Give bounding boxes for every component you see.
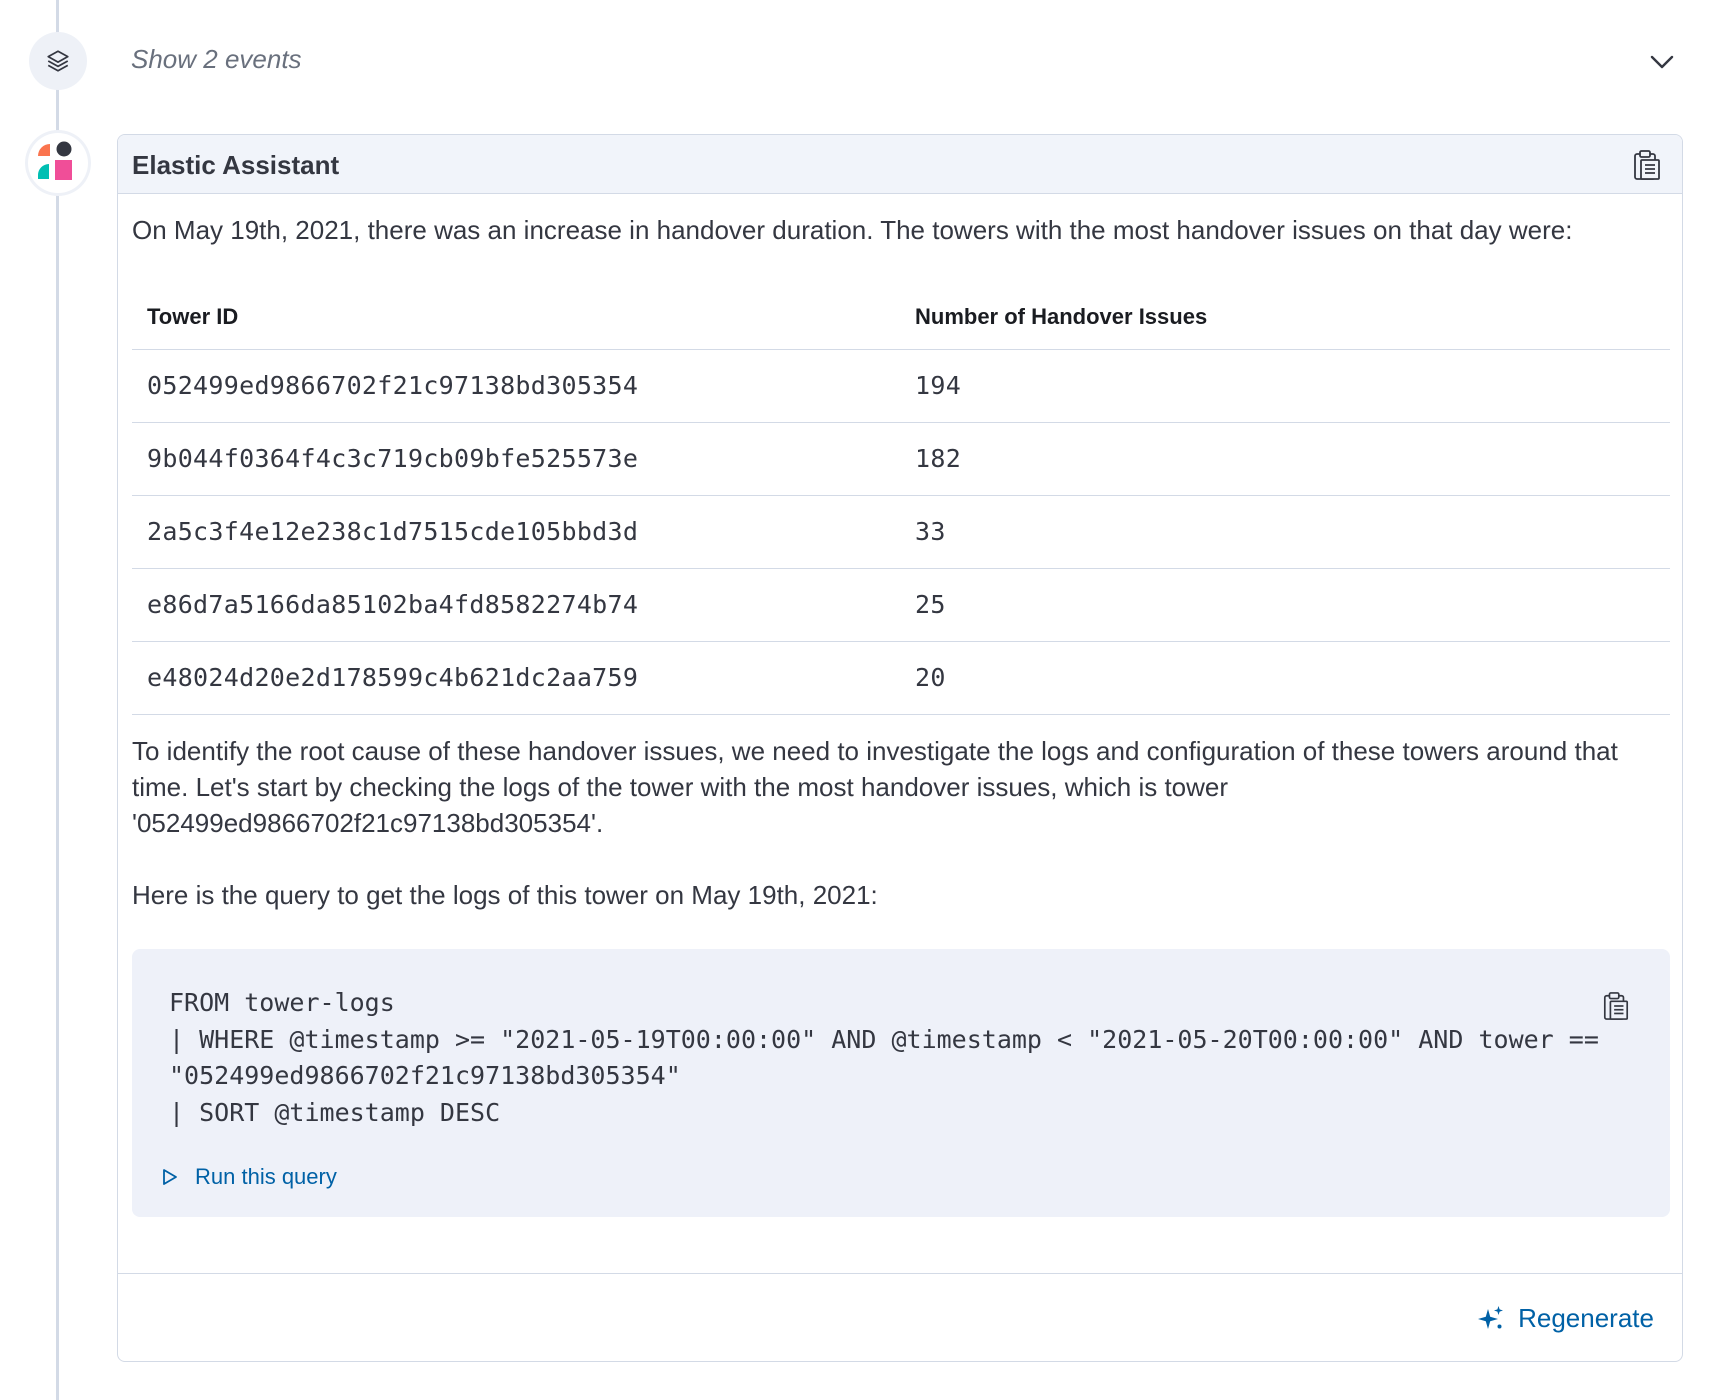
footer-divider — [118, 1273, 1682, 1274]
show-events-row[interactable]: Show 2 events — [0, 0, 1712, 122]
elastic-assistant-logo — [28, 133, 88, 193]
root-cause-paragraph: To identify the root cause of these hand… — [132, 736, 1618, 838]
issue-count-cell: 20 — [900, 641, 1670, 715]
tower-id-cell: 2a5c3f4e12e238c1d7515cde105bbd3d — [132, 495, 900, 569]
run-query-button[interactable]: Run this query — [162, 1161, 337, 1193]
table-row: 9b044f0364f4c3c719cb09bfe525573e 182 — [132, 422, 1670, 496]
issue-count-cell: 25 — [900, 568, 1670, 642]
table-row: e48024d20e2d178599c4b621dc2aa759 20 — [132, 641, 1670, 715]
chevron-down-icon[interactable] — [1648, 50, 1676, 74]
regenerate-button[interactable]: Regenerate — [1478, 1298, 1654, 1338]
assistant-message-panel: Elastic Assistant On May 19th, 2021, the… — [117, 134, 1683, 1362]
table-header-row: Tower ID Number of Handover Issues — [132, 285, 1670, 350]
code-block: FROM tower-logs | WHERE @timestamp >= "2… — [132, 949, 1670, 1217]
issue-count-cell: 194 — [900, 349, 1670, 423]
tower-id-cell: 052499ed9866702f21c97138bd305354 — [132, 349, 900, 423]
table-row: 052499ed9866702f21c97138bd305354 194 — [132, 349, 1670, 423]
issue-count-cell: 182 — [900, 422, 1670, 496]
towers-table: Tower ID Number of Handover Issues 05249… — [132, 285, 1670, 715]
run-query-label: Run this query — [195, 1164, 337, 1189]
clipboard-icon[interactable] — [1602, 991, 1630, 1021]
clipboard-icon[interactable] — [1632, 149, 1662, 181]
column-header-tower-id: Tower ID — [132, 285, 900, 350]
regenerate-label: Regenerate — [1518, 1302, 1654, 1333]
intro-paragraph: On May 19th, 2021, there was an increase… — [132, 215, 1573, 245]
query-intro-paragraph: Here is the query to get the logs of thi… — [132, 880, 878, 910]
play-icon — [163, 1169, 177, 1185]
timeline-line — [56, 0, 59, 1400]
show-events-label: Show 2 events — [131, 44, 302, 74]
column-header-handover-issues: Number of Handover Issues — [900, 285, 1670, 350]
esql-query-code: FROM tower-logs | WHERE @timestamp >= "2… — [169, 988, 1599, 1127]
table-row: e86d7a5166da85102ba4fd8582274b74 25 — [132, 568, 1670, 642]
table-row: 2a5c3f4e12e238c1d7515cde105bbd3d 33 — [132, 495, 1670, 569]
layers-icon — [29, 32, 87, 90]
issue-count-cell: 33 — [900, 495, 1670, 569]
assistant-title: Elastic Assistant — [132, 150, 340, 180]
tower-id-cell: e86d7a5166da85102ba4fd8582274b74 — [132, 568, 900, 642]
tower-id-cell: e48024d20e2d178599c4b621dc2aa759 — [132, 641, 900, 715]
sparkles-icon — [1478, 1306, 1504, 1329]
tower-id-cell: 9b044f0364f4c3c719cb09bfe525573e — [132, 422, 900, 496]
panel-header: Elastic Assistant — [118, 135, 1682, 194]
